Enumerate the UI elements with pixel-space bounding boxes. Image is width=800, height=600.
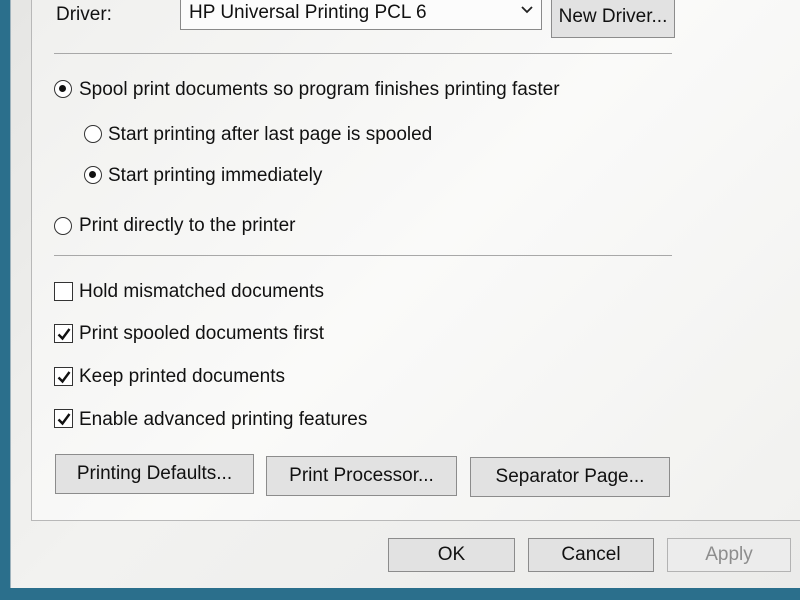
checkmark-icon bbox=[57, 413, 71, 426]
ok-button[interactable]: OK bbox=[388, 538, 515, 572]
separator-middle bbox=[54, 255, 672, 256]
spool-radio[interactable] bbox=[54, 80, 72, 98]
enable-advanced-features-checkbox[interactable] bbox=[54, 409, 73, 428]
printing-defaults-button[interactable]: Printing Defaults... bbox=[55, 454, 254, 494]
spool-radio-label[interactable]: Spool print documents so program finishe… bbox=[79, 79, 560, 101]
separator-top bbox=[54, 53, 672, 54]
apply-button[interactable]: Apply bbox=[667, 538, 791, 572]
new-driver-button[interactable]: New Driver... bbox=[551, 0, 675, 38]
advanced-tab-panel: Driver: HP Universal Printing PCL 6 New … bbox=[31, 0, 800, 521]
driver-dropdown-value: HP Universal Printing PCL 6 bbox=[189, 2, 427, 23]
hold-mismatched-label[interactable]: Hold mismatched documents bbox=[79, 281, 324, 303]
separator-page-button[interactable]: Separator Page... bbox=[470, 457, 670, 497]
print-spooled-first-label[interactable]: Print spooled documents first bbox=[79, 323, 324, 345]
start-immediately-radio[interactable] bbox=[84, 166, 102, 184]
checkmark-icon bbox=[57, 328, 71, 341]
print-directly-radio[interactable] bbox=[54, 217, 72, 235]
keep-printed-label[interactable]: Keep printed documents bbox=[79, 366, 285, 388]
keep-printed-checkbox[interactable] bbox=[54, 367, 73, 386]
hold-mismatched-checkbox[interactable] bbox=[54, 282, 73, 301]
print-processor-button[interactable]: Print Processor... bbox=[266, 456, 457, 496]
driver-label: Driver: bbox=[56, 4, 112, 25]
print-directly-label[interactable]: Print directly to the printer bbox=[79, 215, 295, 237]
printer-properties-dialog: Driver: HP Universal Printing PCL 6 New … bbox=[10, 0, 800, 588]
start-immediately-label[interactable]: Start printing immediately bbox=[108, 165, 322, 187]
start-after-last-page-radio[interactable] bbox=[84, 125, 102, 143]
print-spooled-first-checkbox[interactable] bbox=[54, 324, 73, 343]
driver-dropdown[interactable]: HP Universal Printing PCL 6 bbox=[180, 0, 542, 30]
enable-advanced-features-label[interactable]: Enable advanced printing features bbox=[79, 409, 367, 431]
chevron-down-icon bbox=[519, 2, 535, 23]
cancel-button[interactable]: Cancel bbox=[528, 538, 654, 572]
start-after-last-page-label[interactable]: Start printing after last page is spoole… bbox=[108, 124, 432, 146]
checkmark-icon bbox=[57, 371, 71, 384]
